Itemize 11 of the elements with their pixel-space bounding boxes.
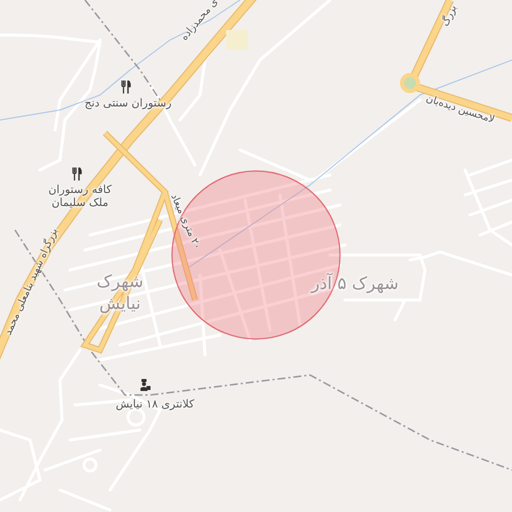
roundabout-icon (400, 73, 420, 93)
street-label: بزرگ (440, 3, 460, 29)
police-officer-icon (140, 379, 150, 391)
street-label: لامحسین دیده‌بان (424, 93, 496, 127)
fork-knife-icon (121, 80, 131, 94)
street-label: ۲۰ متری میعاد (167, 192, 203, 252)
park-area (226, 30, 248, 50)
fork-knife-icon (72, 168, 82, 180)
district-label: شهرک ۵ آذر (311, 272, 399, 296)
street-label: بزرگراه شهید بنامعلی محمد (2, 226, 62, 338)
place-label: کلانتری ۱۸ نیایش (116, 397, 194, 411)
